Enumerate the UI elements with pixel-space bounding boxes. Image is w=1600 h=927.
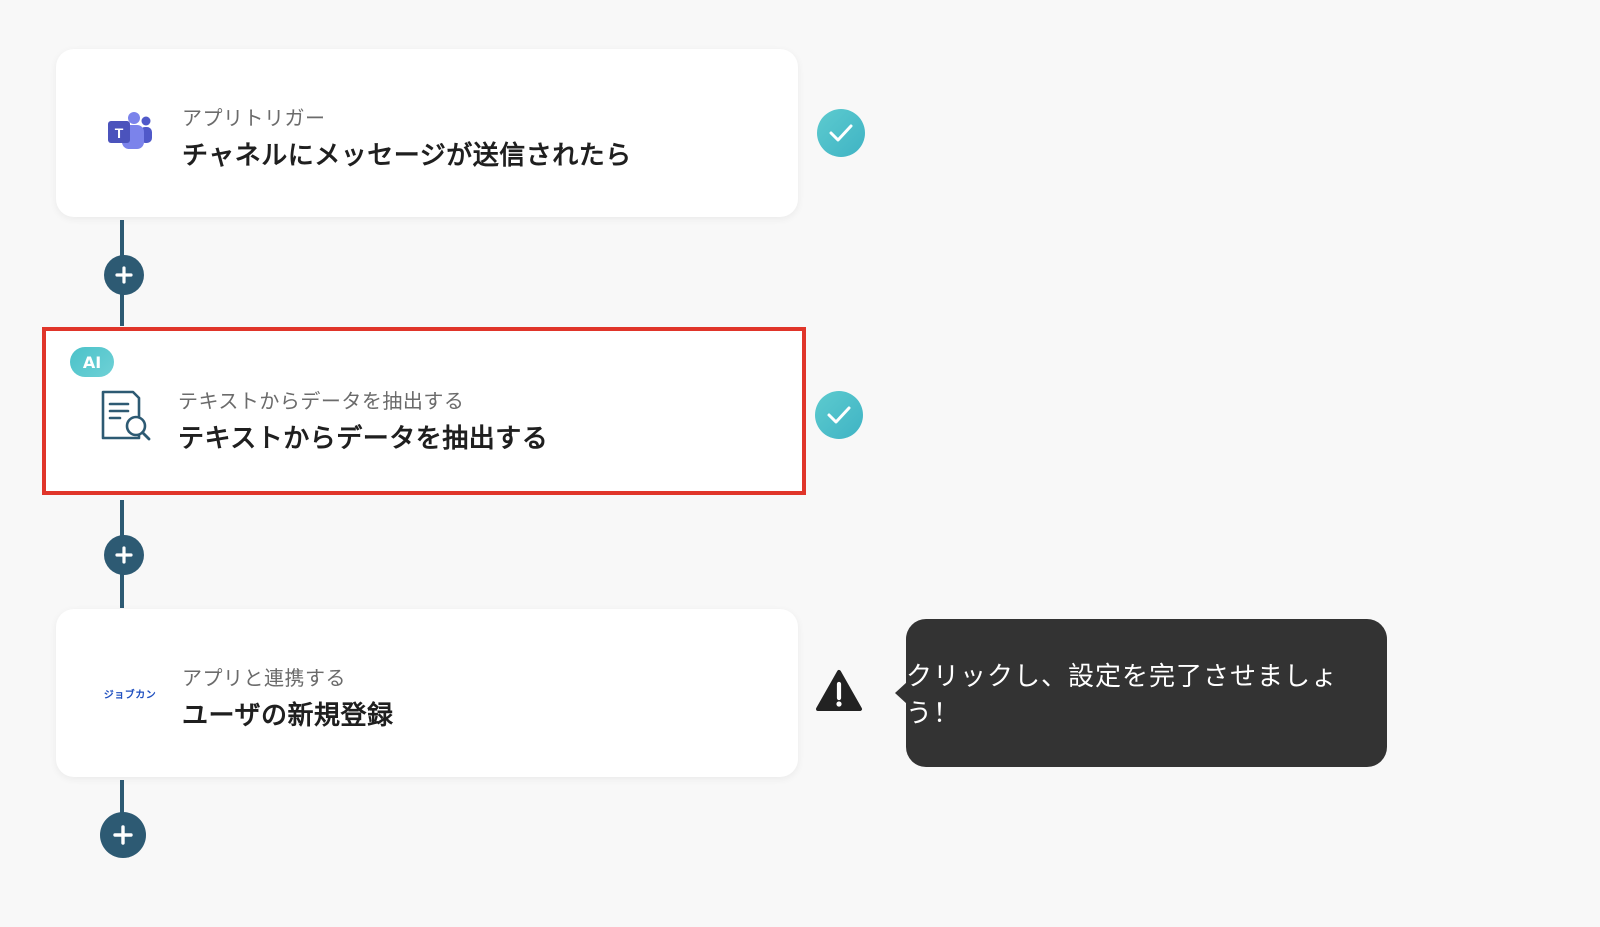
add-step-button[interactable] (104, 255, 144, 295)
jobcan-logo: ジョブカン (100, 663, 160, 723)
step-title: テキストからデータを抽出する (178, 424, 549, 454)
step-subtitle: テキストからデータを抽出する (178, 389, 465, 413)
check-icon (815, 391, 863, 439)
step-subtitle: アプリトリガー (182, 106, 326, 130)
teams-icon: T (100, 103, 160, 163)
warning-icon (815, 669, 863, 713)
step-subtitle: アプリと連携する (182, 666, 346, 690)
step-title: チャネルにメッセージが送信されたら (182, 141, 632, 171)
plus-icon (115, 546, 133, 564)
plus-icon (115, 266, 133, 284)
step-title: ユーザの新規登録 (182, 701, 394, 731)
add-step-button[interactable] (104, 535, 144, 575)
add-step-button[interactable] (100, 812, 146, 858)
step-card-ai-extract[interactable]: AI テキストからデータを抽出する テキストからデータを抽出する (42, 327, 806, 495)
step-card-trigger[interactable]: T アプリトリガー チャネルにメッセージが送信されたら (56, 49, 798, 217)
document-search-icon (96, 387, 156, 447)
step-card-jobcan[interactable]: ジョブカン アプリと連携する ユーザの新規登録 (56, 609, 798, 777)
tooltip-text: クリックし、設定を完了させましょう！ (906, 662, 1339, 729)
guide-tooltip: クリックし、設定を完了させましょう！ (895, 619, 1387, 767)
svg-text:T: T (115, 125, 124, 141)
check-icon (817, 109, 865, 157)
ai-badge: AI (70, 347, 114, 377)
plus-icon (113, 825, 133, 845)
jobcan-logo-text: ジョブカン (103, 689, 157, 701)
